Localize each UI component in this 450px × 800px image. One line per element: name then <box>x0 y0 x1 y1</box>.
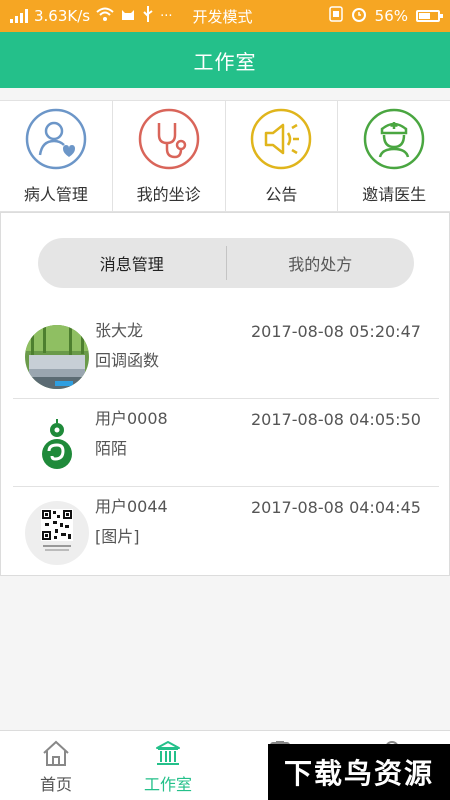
stethoscope-icon <box>138 108 199 170</box>
signal-icon <box>10 9 28 23</box>
list-item[interactable]: 用户0044 [图片] 2017-08-08 04:04:45 <box>13 487 439 575</box>
grid-item-patient-management[interactable]: 病人管理 <box>0 101 113 211</box>
wifi-icon <box>96 7 114 25</box>
more-icon: ··· <box>160 8 173 24</box>
message-preview: 回调函数 <box>95 351 160 370</box>
grid-item-my-clinic[interactable]: 我的坐诊 <box>113 101 226 211</box>
grid-item-announcement[interactable]: 公告 <box>226 101 339 211</box>
page-title: 工作室 <box>193 49 257 74</box>
message-sender: 张大龙 <box>95 321 144 340</box>
qr-code-icon <box>25 501 89 565</box>
alarm-icon <box>351 6 367 26</box>
message-sender: 用户0044 <box>95 497 168 516</box>
feature-grid: 病人管理 我的坐诊 公告 邀请医生 <box>0 100 450 212</box>
message-panel: 消息管理 我的处方 张大龙 回调函数 2017-08-08 05:20:47 用… <box>0 212 450 576</box>
grid-label: 病人管理 <box>23 185 88 204</box>
sofa-photo-icon <box>25 325 89 389</box>
patient-heart-icon <box>25 108 87 170</box>
grid-label: 公告 <box>265 185 298 204</box>
megaphone-icon <box>251 108 312 170</box>
list-item[interactable]: 用户0008 陌陌 2017-08-08 04:05:50 <box>13 399 439 487</box>
message-sender: 用户0008 <box>95 409 168 428</box>
avatar <box>25 501 89 565</box>
nav-label: 首页 <box>39 775 72 794</box>
grid-item-invite-doctor[interactable]: 邀请医生 <box>338 101 450 211</box>
watermark: 下载鸟资源 <box>268 744 450 800</box>
avatar <box>25 413 89 477</box>
battery-percent: 56% <box>374 7 408 25</box>
building-icon <box>156 741 180 765</box>
nav-item-studio[interactable]: 工作室 <box>112 731 224 800</box>
grid-label: 我的坐诊 <box>136 185 201 204</box>
sim-icon <box>328 6 343 26</box>
cat-icon <box>120 7 136 25</box>
usb-icon <box>142 6 154 26</box>
battery-icon <box>416 10 443 22</box>
message-preview: [图片] <box>95 527 140 546</box>
avatar <box>25 325 89 389</box>
network-speed: 3.63K/s <box>34 7 91 25</box>
message-time: 2017-08-08 05:20:47 <box>251 322 421 341</box>
list-item[interactable]: 张大龙 回调函数 2017-08-08 05:20:47 <box>13 311 439 399</box>
doctor-icon <box>363 108 425 170</box>
nav-label: 工作室 <box>143 775 192 794</box>
message-time: 2017-08-08 04:04:45 <box>251 498 421 517</box>
message-time: 2017-08-08 04:05:50 <box>251 410 421 429</box>
nav-item-home[interactable]: 首页 <box>0 731 112 800</box>
message-preview: 陌陌 <box>95 439 128 458</box>
home-icon <box>43 740 69 766</box>
title-bar: 工作室 <box>0 32 450 88</box>
status-bar: 3.63K/s ··· 开发模式 56% <box>0 0 450 32</box>
message-list: 张大龙 回调函数 2017-08-08 05:20:47 用户0008 陌陌 2… <box>13 311 439 575</box>
segment-tabs: 消息管理 我的处方 <box>38 238 414 288</box>
tab-my-prescriptions[interactable]: 我的处方 <box>227 238 415 288</box>
developer-mode-label: 开发模式 <box>192 7 253 26</box>
tab-message-management[interactable]: 消息管理 <box>38 238 226 288</box>
grid-label: 邀请医生 <box>362 185 427 204</box>
green-gourd-logo-icon <box>25 413 89 477</box>
